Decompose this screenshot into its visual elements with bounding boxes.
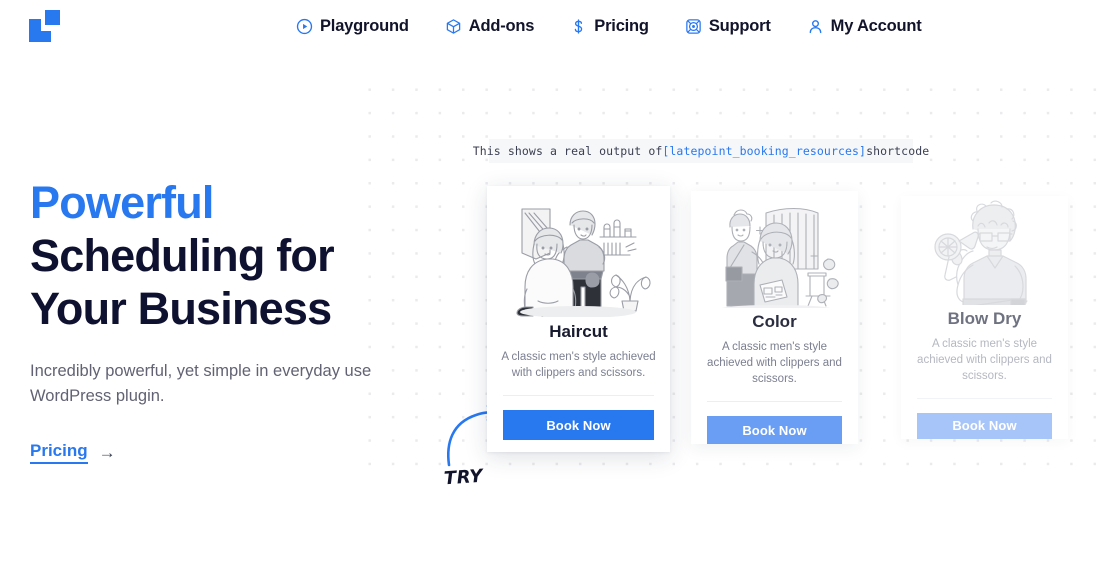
card-title: Haircut [549,322,608,341]
hero-subtitle: Incredibly powerful, yet simple in every… [30,362,372,405]
resource-card-color[interactable]: Color A classic men's style achieved wit… [691,191,858,444]
card-divider [707,401,842,403]
logo-square [45,10,60,25]
nav-item-add-ons[interactable]: Add-ons [445,17,535,36]
stylist-with-blow-dryer-illustration [901,196,1068,305]
resource-card-haircut[interactable]: Haircut A classic men's style achieved w… [487,186,670,452]
headline-line-1: Powerful [30,177,214,228]
hair-coloring-salon-illustration [691,191,858,309]
shortcode-code: [latepoint_booking_resources] [662,144,867,158]
shortcode-banner: This shows a real output of [latepoint_b… [473,139,929,163]
card-description: A classic men's style achieved with clip… [501,351,656,379]
card-title: Color [752,312,797,332]
try-label: TRY [443,465,484,490]
headline-line-2: Scheduling for [30,230,335,281]
card-divider [503,395,654,396]
nav-item-support[interactable]: Support [685,17,771,36]
latepoint-logo[interactable] [29,10,65,42]
barber-cutting-hair-illustration [487,186,670,318]
nav-label-playground: Playground [320,17,409,35]
main-navigation: Playground Add-ons Pricing Support My Ac… [296,17,922,36]
nav-item-playground[interactable]: Playground [296,17,409,36]
hero-section: Powerful Scheduling for Your Business In… [30,176,410,464]
page-title: Powerful Scheduling for Your Business [30,176,410,335]
card-divider [917,397,1052,399]
book-now-button-blow-dry[interactable]: Book Now [917,412,1052,439]
nav-label-my-account: My Account [830,17,922,35]
nav-label-add-ons: Add-ons [468,17,535,35]
dollar-icon [570,18,587,35]
nav-item-pricing[interactable]: Pricing [570,17,649,36]
book-now-button-color[interactable]: Book Now [707,416,842,444]
nav-label-support: Support [708,17,771,35]
play-circle-icon [296,18,313,35]
user-icon [807,18,824,35]
headline-line-3: Your Business [30,283,332,334]
pricing-link-label: Pricing [30,441,88,464]
lifebuoy-icon [685,18,702,35]
shortcode-suffix: shortcode [866,144,930,158]
site-header: Playground Add-ons Pricing Support My Ac… [0,0,1105,60]
pricing-link[interactable]: Pricing → [30,441,116,464]
nav-item-my-account[interactable]: My Account [807,17,922,36]
card-description: A classic men's style achieved with clip… [707,341,842,386]
book-now-button-haircut[interactable]: Book Now [503,410,654,440]
nav-label-pricing: Pricing [594,17,649,35]
card-description: A classic men's style achieved with clip… [917,337,1052,382]
cube-icon [445,18,462,35]
page-root: Playground Add-ons Pricing Support My Ac… [0,0,1105,576]
arrow-right-icon: → [98,443,116,462]
shortcode-prefix: This shows a real output of [472,144,663,158]
resource-card-blow-dry[interactable]: Blow Dry A classic men's style achieved … [901,196,1068,439]
card-title: Blow Dry [947,308,1022,328]
